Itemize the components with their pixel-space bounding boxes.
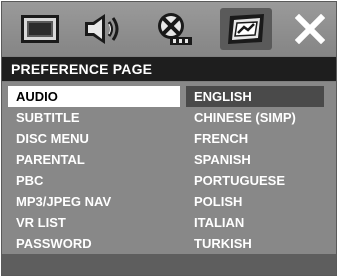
setup-icon-bar: [2, 2, 336, 56]
option-turkish[interactable]: TURKISH: [186, 233, 324, 254]
language-options-list: ENGLISH CHINESE (SIMP) FRENCH SPANISH PO…: [186, 86, 324, 254]
option-polish[interactable]: POLISH: [186, 191, 324, 212]
option-italian[interactable]: ITALIAN: [186, 212, 324, 233]
page-title: PREFERENCE PAGE: [2, 57, 336, 81]
audio-setup-icon: [85, 14, 119, 44]
general-setup-icon: [21, 15, 59, 43]
menu-item-mp3-jpeg-nav[interactable]: MP3/JPEG NAV: [8, 191, 180, 212]
menu-item-subtitle[interactable]: SUBTITLE: [8, 107, 180, 128]
menu-item-audio[interactable]: AUDIO: [8, 86, 180, 107]
menu-item-disc-menu[interactable]: DISC MENU: [8, 128, 180, 149]
preference-setup-tab[interactable]: [220, 8, 272, 50]
video-setup-tab[interactable]: [147, 8, 199, 50]
setup-menu-screen: PREFERENCE PAGE AUDIO SUBTITLE DISC MENU…: [1, 1, 337, 276]
general-setup-tab[interactable]: [14, 8, 66, 50]
video-setup-icon: [158, 13, 192, 45]
menu-item-parental[interactable]: PARENTAL: [8, 149, 180, 170]
exit-icon: [295, 14, 325, 44]
option-portuguese[interactable]: PORTUGUESE: [186, 170, 324, 191]
option-english[interactable]: ENGLISH: [186, 86, 324, 107]
footer-bar: [2, 254, 336, 275]
option-french[interactable]: FRENCH: [186, 128, 324, 149]
exit-tab[interactable]: [284, 8, 336, 50]
preference-menu-list: AUDIO SUBTITLE DISC MENU PARENTAL PBC MP…: [8, 86, 180, 254]
menu-item-vr-list[interactable]: VR LIST: [8, 212, 180, 233]
preference-setup-icon: [228, 14, 264, 44]
menu-item-pbc[interactable]: PBC: [8, 170, 180, 191]
option-spanish[interactable]: SPANISH: [186, 149, 324, 170]
menu-item-password[interactable]: PASSWORD: [8, 233, 180, 254]
menu-content-area: AUDIO SUBTITLE DISC MENU PARENTAL PBC MP…: [2, 82, 336, 254]
audio-setup-tab[interactable]: [75, 8, 127, 50]
option-chinese-simp[interactable]: CHINESE (SIMP): [186, 107, 324, 128]
